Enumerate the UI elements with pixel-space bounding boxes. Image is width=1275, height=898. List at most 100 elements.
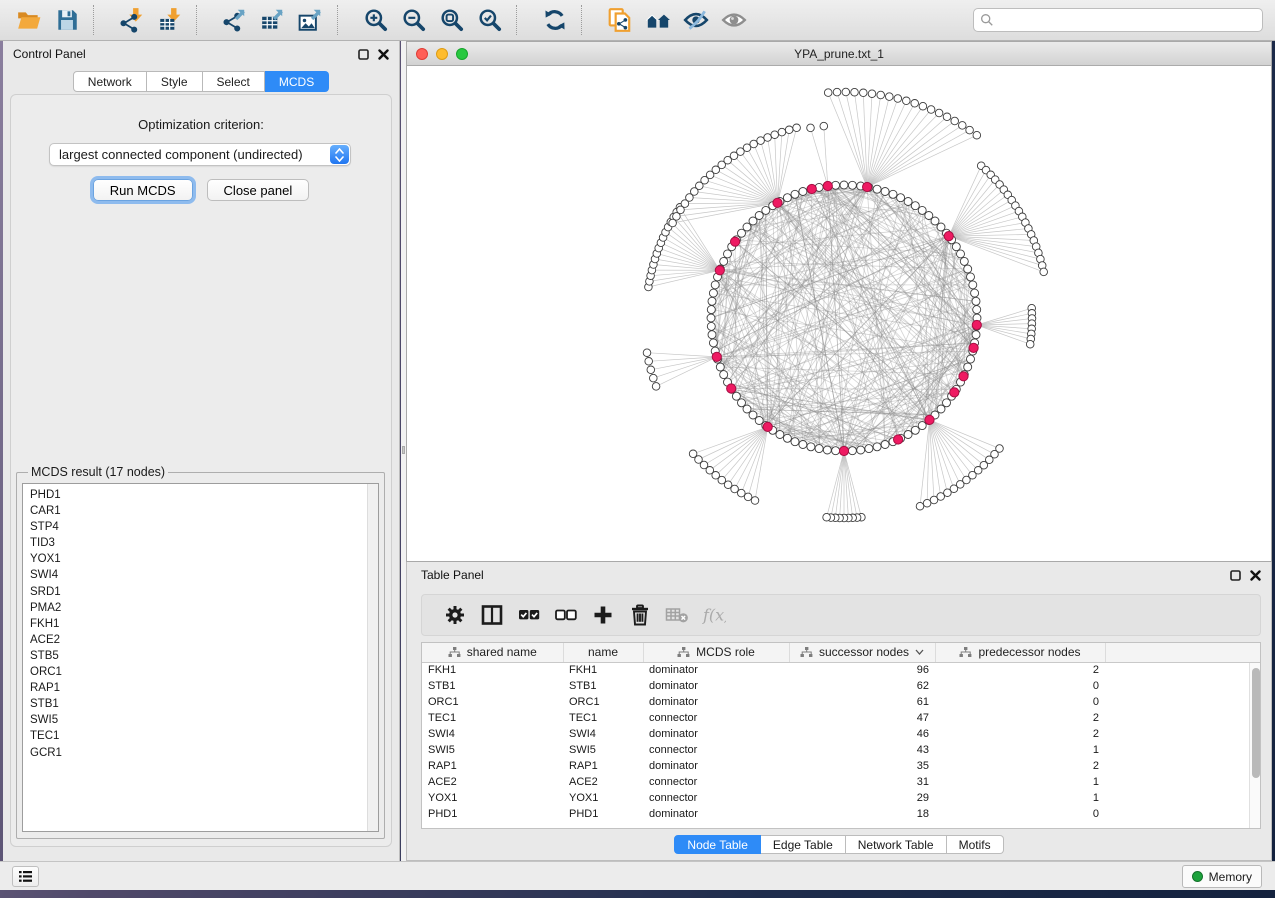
network-node[interactable] [771, 131, 779, 139]
table-cell[interactable]: 43 [789, 742, 935, 758]
mcds-hub-node[interactable] [925, 415, 934, 424]
table-cell[interactable]: YOX1 [422, 790, 563, 806]
table-cell[interactable]: SWI4 [563, 726, 643, 742]
network-node[interactable] [750, 140, 758, 148]
network-node[interactable] [851, 88, 859, 96]
delete-column-button[interactable] [621, 597, 658, 633]
column-header-successor-nodes[interactable]: successor nodes [789, 643, 935, 662]
network-node[interactable] [1040, 268, 1048, 276]
network-node[interactable] [873, 443, 881, 451]
mcds-hub-node[interactable] [731, 237, 740, 246]
table-cell[interactable]: 2 [935, 726, 1105, 742]
network-node[interactable] [732, 392, 740, 400]
network-node[interactable] [904, 431, 912, 439]
table-cell[interactable]: SWI5 [422, 742, 563, 758]
mcds-hub-node[interactable] [950, 388, 959, 397]
table-cell[interactable]: dominator [643, 678, 789, 694]
table-cell[interactable]: TEC1 [563, 710, 643, 726]
mcds-result-item[interactable]: TID3 [30, 535, 378, 551]
network-node[interactable] [824, 89, 832, 97]
mcds-hub-node[interactable] [969, 343, 978, 352]
table-cell[interactable]: FKH1 [563, 662, 643, 678]
network-node[interactable] [1026, 340, 1034, 348]
table-scrollbar-thumb[interactable] [1252, 668, 1260, 778]
create-column-button[interactable] [584, 597, 621, 633]
network-node[interactable] [783, 194, 791, 202]
network-node[interactable] [833, 88, 841, 96]
zoom-selected-button[interactable] [471, 3, 509, 37]
mcds-result-item[interactable]: PMA2 [30, 600, 378, 616]
network-node[interactable] [720, 257, 728, 265]
network-node[interactable] [877, 91, 885, 99]
mcds-result-item[interactable]: TEC1 [30, 728, 378, 744]
network-node[interactable] [930, 496, 938, 504]
network-node[interactable] [919, 102, 927, 110]
window-zoom-icon[interactable] [456, 48, 468, 60]
network-node[interactable] [840, 181, 848, 189]
network-node[interactable] [848, 181, 856, 189]
network-node[interactable] [904, 198, 912, 206]
open-file-button[interactable] [10, 3, 48, 37]
mcds-hub-node[interactable] [972, 320, 981, 329]
network-node[interactable] [720, 371, 728, 379]
export-table-button[interactable] [254, 3, 292, 37]
column-header-MCDS-role[interactable]: MCDS role [643, 643, 789, 662]
mcds-result-item[interactable]: CAR1 [30, 503, 378, 519]
table-cell[interactable]: connector [643, 790, 789, 806]
network-node[interactable] [783, 434, 791, 442]
network-node[interactable] [894, 95, 902, 103]
network-node[interactable] [959, 122, 967, 130]
mcds-result-item[interactable]: ORC1 [30, 664, 378, 680]
table-cell[interactable]: 47 [789, 710, 935, 726]
mcds-result-item[interactable]: PHD1 [30, 487, 378, 503]
float-table-panel-icon[interactable] [1230, 570, 1241, 581]
table-cell[interactable]: 1 [935, 742, 1105, 758]
tab-network-table[interactable]: Network Table [846, 835, 947, 854]
table-cell[interactable]: dominator [643, 662, 789, 678]
network-node[interactable] [793, 124, 801, 132]
table-cell[interactable]: dominator [643, 806, 789, 822]
table-cell[interactable]: 29 [789, 790, 935, 806]
window-close-icon[interactable] [416, 48, 428, 60]
mcds-result-item[interactable]: ACE2 [30, 632, 378, 648]
show-all-button[interactable] [715, 3, 753, 37]
delete-table-button[interactable] [658, 597, 695, 633]
network-node[interactable] [960, 257, 968, 265]
network-node[interactable] [799, 441, 807, 449]
tab-edge-table[interactable]: Edge Table [761, 835, 846, 854]
mcds-hub-node[interactable] [823, 181, 832, 190]
network-node[interactable] [645, 358, 653, 366]
network-node[interactable] [911, 202, 919, 210]
zoom-out-button[interactable] [395, 3, 433, 37]
mcds-result-list[interactable]: PHD1CAR1STP4TID3YOX1SWI4SRD1PMA2FKH1ACE2… [22, 483, 379, 832]
mcds-result-item[interactable]: SWI5 [30, 712, 378, 728]
table-cell[interactable]: dominator [643, 758, 789, 774]
network-node[interactable] [972, 331, 980, 339]
network-node[interactable] [973, 306, 981, 314]
export-image-button[interactable] [292, 3, 330, 37]
network-node[interactable] [707, 322, 715, 330]
network-node[interactable] [881, 188, 889, 196]
close-table-panel-icon[interactable] [1250, 570, 1261, 581]
network-node[interactable] [791, 190, 799, 198]
network-node[interactable] [709, 339, 717, 347]
network-node[interactable] [708, 331, 716, 339]
table-cell[interactable]: ACE2 [563, 774, 643, 790]
mcds-hub-node[interactable] [839, 446, 848, 455]
mcds-hub-node[interactable] [727, 384, 736, 393]
mcds-result-item[interactable]: FKH1 [30, 616, 378, 632]
network-node[interactable] [751, 497, 759, 505]
tab-select[interactable]: Select [203, 71, 265, 92]
table-cell[interactable]: TEC1 [422, 710, 563, 726]
network-node[interactable] [764, 134, 772, 142]
network-node[interactable] [807, 124, 815, 132]
mcds-result-item[interactable]: SWI4 [30, 567, 378, 583]
refresh-button[interactable] [536, 3, 574, 37]
tab-motifs[interactable]: Motifs [947, 835, 1004, 854]
network-node[interactable] [935, 109, 943, 117]
mcds-result-item[interactable]: STB1 [30, 696, 378, 712]
network-node[interactable] [724, 250, 732, 258]
network-node[interactable] [931, 217, 939, 225]
table-cell[interactable]: connector [643, 774, 789, 790]
network-node[interactable] [647, 366, 655, 374]
